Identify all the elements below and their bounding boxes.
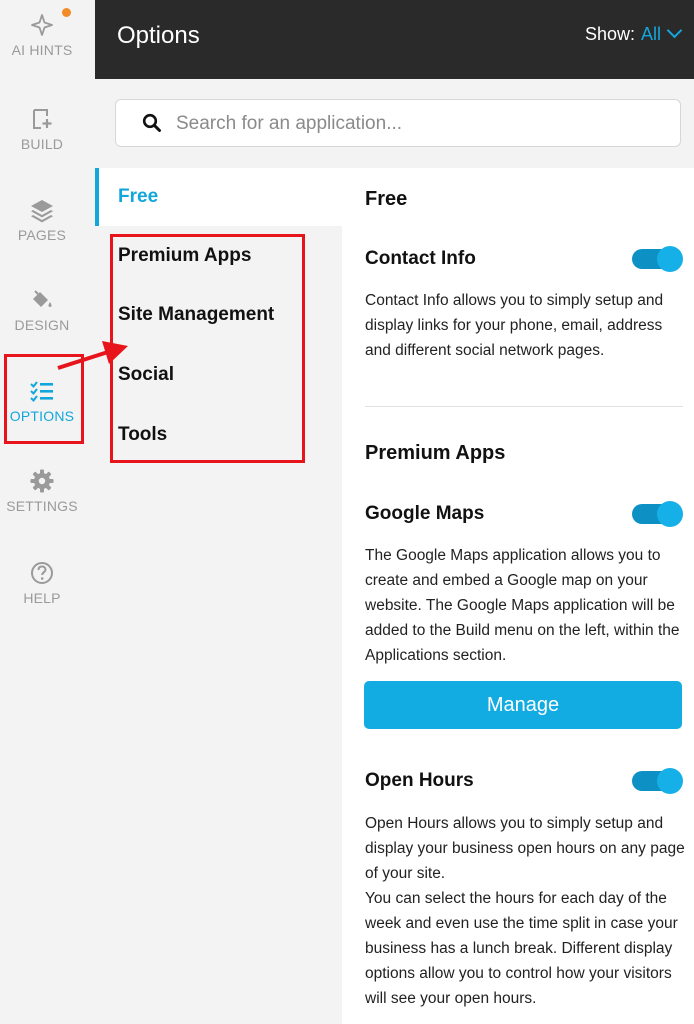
build-plus-icon <box>33 109 52 129</box>
google-maps-description: The Google Maps application allows you t… <box>365 547 680 664</box>
search-box[interactable] <box>115 99 681 148</box>
rail-item-settings[interactable]: SETTINGS <box>0 468 84 514</box>
open-hours-description: Open Hours allows you to simply setup an… <box>365 815 685 882</box>
sparkle-icon <box>31 14 53 36</box>
app-content: Free Contact Info Contact Info allows yo… <box>342 168 694 1024</box>
rail-item-pages[interactable]: PAGES <box>0 197 84 243</box>
paint-bucket-icon <box>33 290 52 307</box>
options-highlight-box <box>4 354 84 444</box>
rail-item-label: PAGES <box>17 227 67 243</box>
section-title-free: Free <box>365 188 408 210</box>
app-title-contact-info: Contact Info <box>365 248 476 269</box>
left-rail: AI HINTS BUILD PAGES DESIGN OPTIONS SETT… <box>0 0 95 1024</box>
section-title-premium: Premium Apps <box>365 442 506 464</box>
search-icon <box>142 113 161 132</box>
section-divider <box>365 406 683 407</box>
app-title-google-maps: Google Maps <box>365 503 485 524</box>
search-input[interactable] <box>174 100 658 148</box>
rail-item-help[interactable]: HELP <box>0 560 84 606</box>
manage-button[interactable]: Manage <box>364 681 682 729</box>
contact-info-toggle[interactable] <box>632 246 683 272</box>
show-filter[interactable]: Show: All <box>584 22 683 45</box>
toggle-knob <box>657 768 683 794</box>
rail-item-label: SETTINGS <box>6 498 78 514</box>
rail-item-label: HELP <box>23 590 61 606</box>
rail-item-build[interactable]: BUILD <box>0 106 84 152</box>
category-free[interactable]: Free <box>95 168 342 226</box>
toggle-knob <box>657 246 683 272</box>
rail-item-design[interactable]: DESIGN <box>0 287 84 333</box>
layers-icon <box>31 200 53 223</box>
categories-highlight-box <box>110 234 305 463</box>
rail-item-ai-hints[interactable]: AI HINTS <box>0 12 84 58</box>
page-title: Options <box>117 22 200 49</box>
gear-icon <box>30 469 54 493</box>
search-area <box>95 79 694 168</box>
rail-item-label: DESIGN <box>14 317 70 333</box>
help-circle-icon <box>31 562 53 584</box>
toggle-knob <box>657 501 683 527</box>
show-value: All <box>640 24 661 44</box>
rail-item-label: BUILD <box>20 136 64 152</box>
google-maps-toggle[interactable] <box>632 501 683 527</box>
open-hours-description-more: You can select the hours for each day of… <box>365 890 678 1007</box>
category-label: Free <box>118 186 159 207</box>
options-header: Options Show: All <box>95 0 694 79</box>
rail-item-label: AI HINTS <box>11 42 73 58</box>
chevron-down-icon <box>666 22 683 39</box>
show-label: Show: <box>584 24 635 44</box>
open-hours-toggle[interactable] <box>632 768 683 794</box>
contact-info-description: Contact Info allows you to simply setup … <box>365 292 664 359</box>
notification-dot <box>62 8 71 17</box>
app-title-open-hours: Open Hours <box>365 770 474 791</box>
